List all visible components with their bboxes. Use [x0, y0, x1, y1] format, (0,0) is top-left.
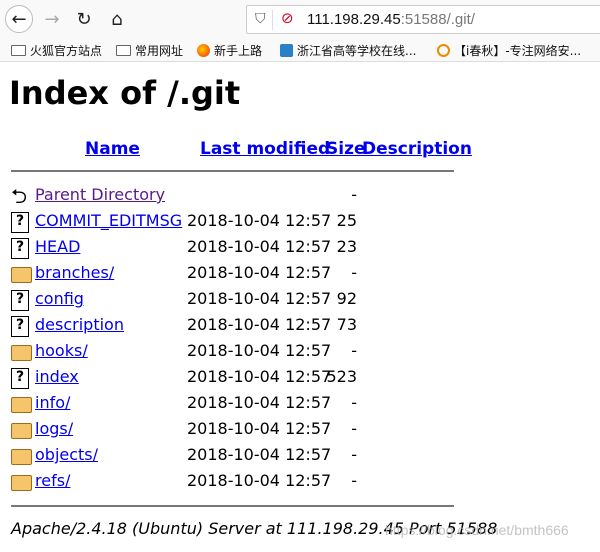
last-modified: 2018-10-04 12:57	[187, 237, 332, 256]
watermark: https://blog.csdn.net/bmth666	[385, 522, 569, 538]
sort-by-modified-link[interactable]: Last modified	[200, 139, 330, 159]
file-link[interactable]: refs/	[35, 471, 70, 490]
file-size: -	[351, 341, 357, 360]
sort-by-description-link[interactable]: Description	[362, 139, 472, 159]
ichunqiu-icon	[437, 44, 450, 57]
divider	[11, 170, 454, 172]
home-icon[interactable]: ⌂	[103, 5, 131, 33]
file-link[interactable]: hooks/	[35, 341, 88, 360]
sort-by-size-link[interactable]: Size	[326, 139, 366, 159]
table-row: hooks/ 2018-10-04 12:57 -	[0, 340, 600, 366]
file-link[interactable]: index	[35, 367, 79, 386]
last-modified: 2018-10-04 12:57	[187, 419, 332, 438]
table-row: branches/ 2018-10-04 12:57 -	[0, 262, 600, 288]
bookmark[interactable]: 浙江省高等学校在线...	[280, 42, 416, 59]
file-size: 23	[336, 237, 357, 256]
last-modified: 2018-10-04 12:57	[187, 393, 332, 412]
file-size: -	[351, 471, 357, 490]
table-row: refs/ 2018-10-04 12:57 -	[0, 470, 600, 496]
table-row: logs/ 2018-10-04 12:57 -	[0, 418, 600, 444]
table-row: ? HEAD 2018-10-04 12:57 23	[0, 236, 600, 262]
file-size: -	[351, 185, 357, 204]
url-text[interactable]: 111.198.29.45:51588/.git/	[307, 11, 475, 28]
page-content: Index of /.git Name Last modified Size D…	[0, 62, 600, 552]
last-modified: 2018-10-04 12:57	[187, 445, 332, 464]
divider	[272, 10, 273, 30]
forward-arrow-icon[interactable]: →	[38, 5, 66, 33]
bookmark-label: 火狐官方站点	[30, 44, 103, 58]
back-arrow-icon[interactable]: ←	[5, 5, 33, 33]
folder-icon	[11, 397, 32, 413]
unknown-file-icon: ?	[11, 238, 29, 259]
file-link[interactable]: info/	[35, 393, 70, 412]
browser-toolbar: ← → ↻ ⌂ ⛉ ⊘ 111.198.29.45:51588/.git/	[0, 0, 600, 38]
divider	[11, 505, 454, 507]
page-title: Index of /.git	[9, 74, 241, 112]
file-link[interactable]: logs/	[35, 419, 73, 438]
bookmarks-bar: 火狐官方站点 常用网址 新手上路 浙江省高等学校在线... 【i春秋】-专注网络…	[0, 38, 600, 62]
last-modified: 2018-10-04 12:57	[187, 315, 332, 334]
unknown-file-icon: ?	[11, 290, 29, 311]
folder-icon	[11, 449, 32, 465]
unknown-file-icon: ?	[11, 212, 29, 233]
table-row: ? index 2018-10-04 12:57 523	[0, 366, 600, 392]
last-modified: 2018-10-04 12:57	[187, 289, 332, 308]
site-icon	[280, 44, 293, 57]
firefox-icon	[197, 44, 210, 57]
folder-icon	[11, 45, 26, 56]
file-size: 73	[336, 315, 357, 334]
sort-by-name-link[interactable]: Name	[85, 139, 140, 159]
unknown-file-icon: ?	[11, 316, 29, 337]
unknown-file-icon: ?	[11, 368, 29, 389]
shield-icon[interactable]: ⛉	[255, 11, 266, 27]
bookmark-label: 新手上路	[214, 44, 263, 58]
file-size: -	[351, 263, 357, 282]
table-row: ? COMMIT_EDITMSG 2018-10-04 12:57 25	[0, 210, 600, 236]
reload-icon[interactable]: ↻	[70, 5, 98, 33]
bookmark-label: 常用网址	[135, 44, 184, 58]
url-path: :51588/.git/	[400, 11, 475, 28]
file-link[interactable]: branches/	[35, 263, 114, 282]
table-row: objects/ 2018-10-04 12:57 -	[0, 444, 600, 470]
url-bar[interactable]: ⛉ ⊘ 111.198.29.45:51588/.git/	[246, 5, 600, 34]
folder-icon	[11, 423, 32, 439]
file-size: -	[351, 393, 357, 412]
file-link[interactable]: config	[35, 289, 84, 308]
file-size: -	[351, 445, 357, 464]
file-link[interactable]: objects/	[35, 445, 98, 464]
last-modified: 2018-10-04 12:57	[187, 211, 332, 230]
folder-icon	[11, 475, 32, 491]
bookmark-folder[interactable]: 火狐官方站点	[11, 42, 102, 59]
bookmark-folder[interactable]: 常用网址	[116, 42, 183, 59]
last-modified: 2018-10-04 12:57	[187, 367, 332, 386]
file-link[interactable]: Parent Directory	[35, 185, 165, 204]
file-link[interactable]: COMMIT_EDITMSG	[35, 211, 182, 230]
table-row: ? description 2018-10-04 12:57 73	[0, 314, 600, 340]
file-size: 25	[336, 211, 357, 230]
table-row: info/ 2018-10-04 12:57 -	[0, 392, 600, 418]
bookmark[interactable]: 新手上路	[197, 42, 262, 59]
back-arrow-icon: ⮌	[11, 184, 28, 208]
folder-icon	[116, 45, 131, 56]
url-host: 111.198.29.45	[307, 11, 401, 28]
last-modified: 2018-10-04 12:57	[187, 263, 332, 282]
bookmark-label: 【i春秋】-专注网络安...	[454, 44, 582, 58]
file-link[interactable]: HEAD	[35, 237, 80, 256]
folder-icon	[11, 267, 32, 283]
file-size: -	[351, 419, 357, 438]
insecure-lock-icon[interactable]: ⊘	[281, 9, 294, 27]
file-size: 523	[326, 367, 357, 386]
table-row: ⮌ Parent Directory -	[0, 184, 600, 210]
table-row: ? config 2018-10-04 12:57 92	[0, 288, 600, 314]
file-size: 92	[336, 289, 357, 308]
folder-icon	[11, 345, 32, 361]
file-link[interactable]: description	[35, 315, 124, 334]
bookmark[interactable]: 【i春秋】-专注网络安...	[437, 42, 581, 59]
last-modified: 2018-10-04 12:57	[187, 341, 332, 360]
last-modified: 2018-10-04 12:57	[187, 471, 332, 490]
bookmark-label: 浙江省高等学校在线...	[297, 44, 417, 58]
